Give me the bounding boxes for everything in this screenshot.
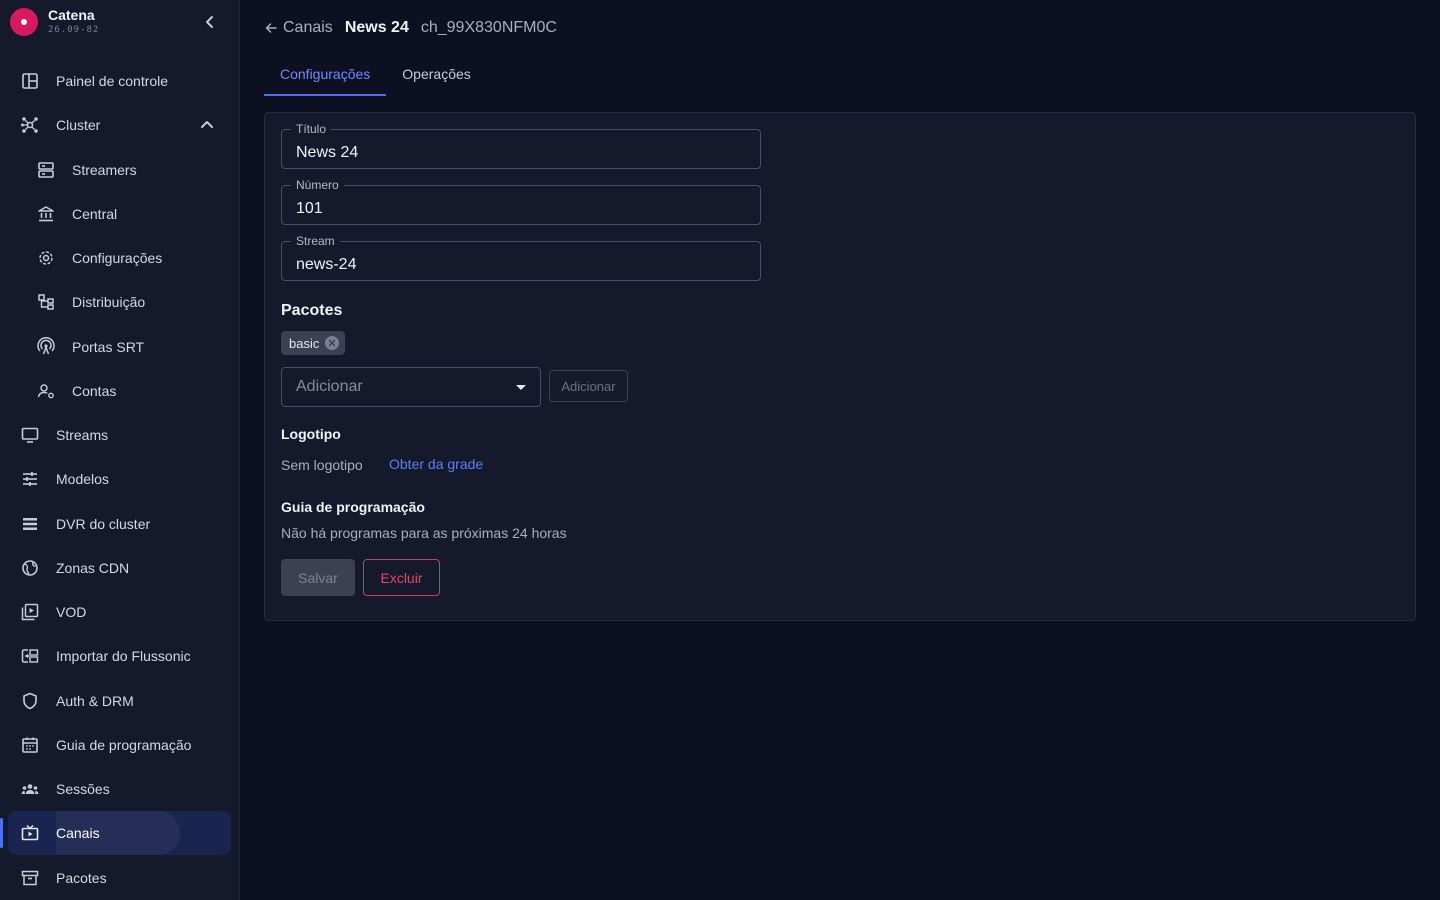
video-library-icon: [21, 603, 39, 621]
sidebar-item-label: DVR do cluster: [56, 516, 151, 532]
tabs: Configurações Operações: [264, 52, 487, 96]
delete-button[interactable]: Excluir: [363, 559, 440, 596]
number-input[interactable]: [282, 186, 760, 224]
sidebar-item-label: Streams: [56, 427, 109, 443]
sidebar-item-contas[interactable]: Contas: [8, 369, 231, 413]
sidebar-item-canais[interactable]: Canais: [8, 811, 231, 855]
globe-icon: [22, 560, 38, 576]
channel-settings-card: Título Número Stream Pacotes basic Adici…: [264, 112, 1416, 621]
sidebar-item-painel[interactable]: Painel de controle: [8, 59, 231, 103]
package-chip: basic: [281, 331, 346, 355]
sidebar-item-label: Distribuição: [72, 294, 146, 310]
sidebar-item-label: Canais: [56, 825, 100, 841]
calendar-icon: [22, 737, 38, 753]
sidebar-item-label: Modelos: [56, 471, 109, 487]
sidebar-item-vod[interactable]: VOD: [8, 590, 231, 634]
group-icon: [21, 784, 39, 794]
remove-chip-icon[interactable]: [325, 336, 340, 350]
monitor-icon: [21, 427, 39, 443]
package-select-placeholder: Adicionar: [296, 378, 363, 395]
stream-input[interactable]: [282, 242, 760, 280]
sidebar-item-guia[interactable]: Guia de programação: [8, 723, 231, 767]
epg-heading: Guia de programação: [281, 499, 425, 515]
archive-icon: [21, 870, 39, 886]
sidebar-item-label: Contas: [72, 383, 117, 399]
hierarchy-icon: [38, 294, 54, 310]
sidebar-item-label: Central: [72, 206, 118, 222]
epg-message: Não há programas para as próximas 24 hor…: [281, 525, 567, 541]
import-icon: [21, 649, 39, 663]
sidebar-item-label: Streamers: [72, 162, 137, 178]
active-indicator: [0, 818, 3, 848]
sidebar-item-configuracoes[interactable]: Configurações: [8, 236, 231, 280]
sidebar-item-label: Guia de programação: [56, 737, 192, 753]
sidebar-item-label: Cluster: [56, 117, 101, 133]
sidebar-item-streams[interactable]: Streams: [8, 413, 231, 457]
sidebar-item-zonas-cdn[interactable]: Zonas CDN: [8, 546, 231, 590]
users-gear-icon: [37, 384, 54, 399]
sidebar-item-label: VOD: [56, 604, 87, 620]
tab-configuracoes[interactable]: Configurações: [264, 52, 387, 96]
sidebar-item-label: Configurações: [72, 250, 163, 266]
list-icon: [23, 518, 37, 530]
arrow-left-icon: [265, 23, 277, 33]
sidebar-item-label: Auth & DRM: [56, 693, 134, 709]
breadcrumb: Canais News 24 ch_99X830NFM0C: [264, 16, 557, 40]
title-input[interactable]: [282, 130, 760, 168]
stream-field[interactable]: Stream: [281, 234, 761, 281]
sidebar: Catena 26.09-82 Painel de controle Clust…: [0, 0, 240, 900]
title-field[interactable]: Título: [281, 122, 761, 169]
logo-heading: Logotipo: [281, 426, 341, 442]
brand[interactable]: Catena 26.09-82: [10, 6, 99, 38]
cluster-icon: [21, 117, 38, 133]
back-to-canais-link[interactable]: Canais: [264, 19, 333, 37]
sidebar-item-cluster[interactable]: Cluster: [8, 103, 231, 147]
catena-logo: [10, 8, 38, 36]
sidebar-item-pacotes[interactable]: Pacotes: [8, 856, 231, 900]
sidebar-item-label: Zonas CDN: [56, 560, 130, 576]
sidebar-item-label: Importar do Flussonic: [56, 648, 191, 664]
sliders-icon: [23, 472, 37, 486]
brand-name: Catena: [48, 7, 95, 23]
sidebar-item-label: Painel de controle: [56, 73, 169, 89]
page-title: News 24: [344, 19, 409, 36]
sidebar-item-streamers[interactable]: Streamers: [8, 148, 231, 192]
server-icon: [38, 162, 54, 178]
sidebar-item-label: Sessões: [56, 781, 110, 797]
collapse-sidebar-button[interactable]: [198, 10, 222, 34]
sidebar-item-label: Portas SRT: [72, 339, 145, 355]
sidebar-item-portas-srt[interactable]: Portas SRT: [8, 325, 231, 369]
sidebar-item-distribuicao[interactable]: Distribuição: [8, 280, 231, 324]
number-field[interactable]: Número: [281, 178, 761, 225]
save-button[interactable]: Salvar: [281, 559, 355, 596]
gear-icon: [39, 251, 53, 265]
sidebar-item-auth-drm[interactable]: Auth & DRM: [8, 679, 231, 723]
sidebar-item-dvr[interactable]: DVR do cluster: [8, 502, 231, 546]
sidebar-item-label: Pacotes: [56, 870, 107, 886]
package-chip-label: basic: [289, 335, 320, 351]
get-from-grid-link[interactable]: Obter da grade: [389, 456, 483, 472]
sidebar-item-central[interactable]: Central: [8, 192, 231, 236]
packages-heading: Pacotes: [281, 302, 343, 319]
add-package-button[interactable]: Adicionar: [549, 370, 628, 402]
package-select[interactable]: Adicionar: [281, 367, 541, 407]
antenna-icon: [37, 337, 55, 355]
sidebar-item-importar[interactable]: Importar do Flussonic: [8, 634, 231, 678]
sidebar-item-sessoes[interactable]: Sessões: [8, 767, 231, 811]
chevron-left-icon: [206, 16, 213, 28]
bank-icon: [38, 206, 54, 222]
channel-id: ch_99X830NFM0C: [420, 19, 557, 36]
tv-icon: [21, 824, 39, 841]
breadcrumb-back-label: Canais: [283, 19, 333, 36]
logo-status: Sem logotipo: [281, 457, 363, 473]
shield-icon: [23, 692, 37, 710]
brand-version: 26.09-82: [48, 25, 100, 35]
chevron-up-icon[interactable]: [197, 115, 217, 135]
caret-down-icon: [516, 385, 526, 390]
sidebar-item-modelos[interactable]: Modelos: [8, 457, 231, 501]
tab-operacoes[interactable]: Operações: [386, 52, 486, 96]
dashboard-icon: [22, 73, 38, 89]
